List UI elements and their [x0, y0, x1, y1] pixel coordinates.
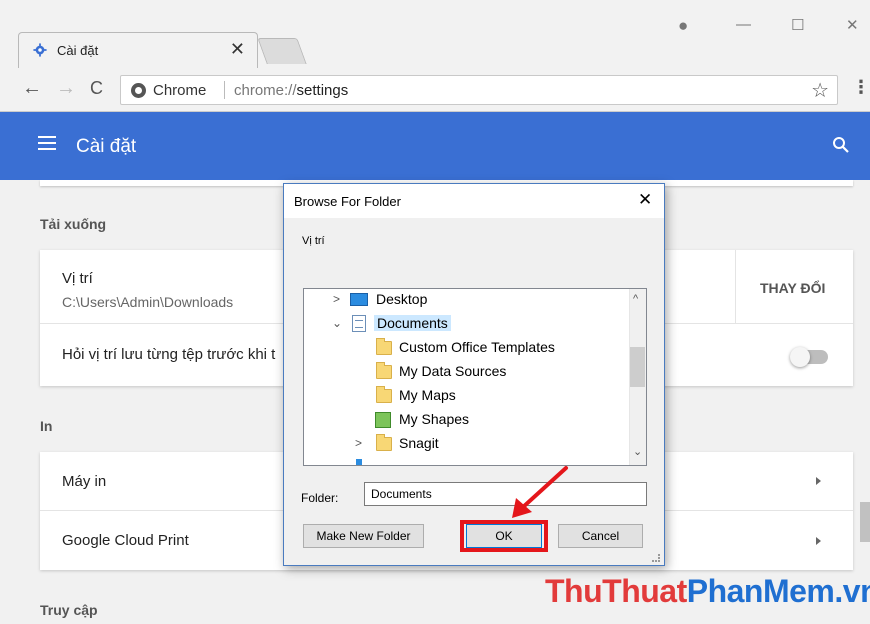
- gear-icon: [33, 43, 47, 57]
- scroll-up-icon[interactable]: ^: [633, 293, 638, 305]
- printers-label: Máy in: [62, 473, 107, 490]
- documents-icon: [352, 315, 366, 332]
- back-arrow-icon[interactable]: ←: [22, 77, 42, 100]
- make-new-folder-button[interactable]: Make New Folder: [303, 524, 424, 548]
- tab-close-icon[interactable]: ✕: [230, 39, 245, 60]
- tree-item-custom-office-templates[interactable]: Custom Office Templates: [304, 337, 629, 359]
- bookmark-star-icon[interactable]: ☆: [811, 78, 829, 103]
- folder-input[interactable]: Documents: [364, 482, 647, 506]
- search-icon[interactable]: [832, 136, 850, 154]
- change-location-button[interactable]: THAY ĐỔI: [760, 280, 825, 296]
- omnibox-separator: [224, 81, 225, 99]
- location-value: C:\Users\Admin\Downloads: [62, 294, 234, 310]
- url-scheme: chrome://: [234, 82, 297, 99]
- cancel-button[interactable]: Cancel: [558, 524, 643, 548]
- tree-item-desktop[interactable]: > Desktop: [304, 289, 629, 311]
- shapes-icon: [375, 412, 391, 428]
- folder-icon: [376, 434, 392, 451]
- tab-settings[interactable]: Cài đặt ✕: [18, 32, 258, 68]
- browser-titlebar: Cài đặt ✕ ● — ☐ ✕: [0, 0, 870, 68]
- forward-arrow-icon[interactable]: →: [56, 77, 76, 100]
- resize-grip[interactable]: [652, 554, 660, 562]
- chevron-down-icon[interactable]: ⌄: [332, 316, 342, 330]
- chrome-icon: [131, 83, 146, 98]
- chevron-right-icon: [816, 477, 821, 485]
- tree-item-label: Documents: [374, 315, 451, 331]
- watermark-part1: ThuThuat: [545, 573, 687, 609]
- folder-icon: [376, 338, 392, 355]
- section-title-accessibility: Truy cập: [40, 602, 98, 618]
- tree-item-label: My Shapes: [399, 411, 470, 427]
- dialog-description: Vị trí: [302, 235, 325, 247]
- omnibox-site-label: Chrome: [153, 82, 207, 99]
- settings-appbar: Cài đặt: [0, 112, 870, 180]
- tree-item-my-maps[interactable]: My Maps: [304, 385, 629, 407]
- ask-location-label: Hỏi vị trí lưu từng tệp trước khi t: [62, 346, 276, 363]
- tree-item-label: My Data Sources: [399, 363, 507, 379]
- address-bar[interactable]: Chrome chrome://settings ☆: [120, 75, 838, 105]
- red-arrow-annotation: [512, 466, 568, 518]
- new-tab-button[interactable]: [257, 38, 307, 64]
- page-scrollbar-thumb[interactable]: [860, 502, 870, 542]
- scroll-down-icon[interactable]: ⌄: [633, 445, 642, 458]
- tree-item-label: My Maps: [399, 387, 456, 403]
- section-title-downloads: Tải xuống: [40, 216, 107, 232]
- ok-highlight-box: [460, 520, 548, 552]
- cloud-print-label: Google Cloud Print: [62, 532, 189, 549]
- tree-item-documents[interactable]: ⌄ Documents: [304, 313, 629, 335]
- tree-item-my-data-sources[interactable]: My Data Sources: [304, 361, 629, 383]
- folder-icon: [376, 386, 392, 403]
- tree-item-label: Custom Office Templates: [399, 339, 555, 355]
- folder-icon: [376, 362, 392, 379]
- url-path: settings: [296, 82, 349, 99]
- browse-folder-dialog: Browse For Folder ✕ Vị trí > Desktop ⌄ D…: [283, 183, 665, 566]
- ask-location-toggle[interactable]: [790, 347, 828, 367]
- chrome-menu-icon[interactable]: ⋮: [852, 77, 870, 98]
- close-window-button[interactable]: ✕: [846, 16, 859, 34]
- profile-icon[interactable]: ●: [678, 16, 688, 36]
- browser-toolbar: ← → C Chrome chrome://settings ☆: [0, 68, 870, 112]
- dialog-close-icon[interactable]: ✕: [638, 190, 652, 210]
- folder-field-label: Folder:: [301, 491, 339, 505]
- desktop-icon: [350, 293, 368, 306]
- location-label: Vị trí: [62, 270, 93, 287]
- omnibox-url: chrome://settings: [234, 82, 348, 99]
- page-title: Cài đặt: [76, 136, 137, 157]
- maximize-button[interactable]: ☐: [791, 16, 804, 34]
- section-title-printing: In: [40, 418, 53, 434]
- dialog-titlebar: Browse For Folder ✕: [284, 184, 664, 218]
- tree-item-partial: [356, 459, 416, 465]
- chevron-right-icon[interactable]: >: [333, 292, 340, 306]
- tree-item-label: Snagit: [399, 435, 439, 451]
- minimize-button[interactable]: —: [736, 16, 751, 33]
- tab-title: Cài đặt: [57, 43, 99, 58]
- tree-item-my-shapes[interactable]: My Shapes: [304, 409, 629, 431]
- watermark-part2: PhanMem.vn: [686, 573, 870, 609]
- reload-icon[interactable]: C: [90, 78, 103, 99]
- tree-scrollbar-thumb[interactable]: [630, 347, 645, 387]
- tree-item-snagit[interactable]: > Snagit: [304, 433, 629, 455]
- watermark-logo: ThuThuatPhanMem.vn: [545, 573, 870, 610]
- row-divider: [735, 250, 736, 324]
- tree-item-label: Desktop: [376, 291, 428, 307]
- hamburger-menu-icon[interactable]: [38, 136, 56, 150]
- chevron-right-icon: [816, 537, 821, 545]
- download-icon: [356, 459, 362, 465]
- folder-tree[interactable]: > Desktop ⌄ Documents Custom Office Temp…: [303, 288, 647, 466]
- dialog-title: Browse For Folder: [294, 194, 401, 209]
- chevron-right-icon[interactable]: >: [355, 436, 362, 450]
